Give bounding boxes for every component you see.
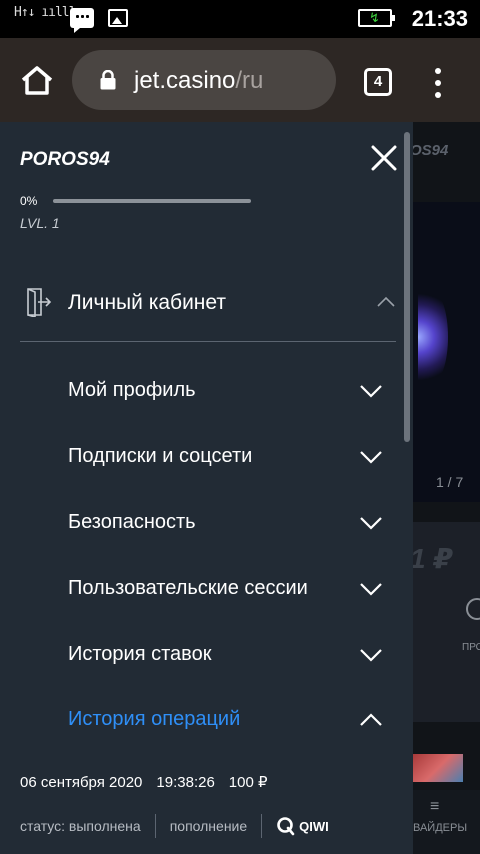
lock-icon: [100, 70, 116, 90]
jackpot-amount: 1 ₽: [410, 543, 453, 574]
divider: [20, 341, 396, 342]
qiwi-icon: [277, 817, 295, 836]
status-bar: H↑↓ ıılll, ↯ 21:33: [0, 0, 480, 38]
operation-amount: 100 ₽: [228, 774, 268, 791]
level-progress-bar: [53, 199, 251, 203]
operation-date: 06 сентября 2020: [20, 774, 143, 791]
menu-item-label: Пользовательские сессии: [68, 577, 308, 599]
menu-item-bet-history[interactable]: История ставок: [0, 635, 413, 675]
menu-item-label: Подписки и соцсети: [68, 445, 253, 467]
bottom-nav-providers[interactable]: ≡ ВАЙДЕРЫ: [413, 790, 480, 854]
separator: [261, 814, 263, 838]
operation-type: пополнение: [169, 818, 248, 834]
chevron-down-icon: [360, 385, 382, 398]
personal-cabinet-header[interactable]: Личный кабинет: [0, 282, 413, 324]
menu-item-operations-history[interactable]: История операций: [0, 700, 413, 740]
promo-label: ПРО: [462, 642, 480, 653]
progress-percent: 0%: [20, 194, 38, 208]
menu-item-my-profile[interactable]: Мой профиль: [0, 371, 413, 411]
chevron-down-icon: [360, 649, 382, 662]
chevron-up-icon: [360, 713, 382, 726]
home-icon[interactable]: [20, 66, 54, 96]
menu-item-user-sessions[interactable]: Пользовательские сессии: [0, 569, 413, 609]
chevron-down-icon: [360, 451, 382, 464]
hero-image: [418, 292, 448, 382]
operation-time: 19:38:26: [156, 774, 215, 791]
game-thumbnail[interactable]: [413, 754, 463, 782]
message-notification-icon: [70, 8, 94, 33]
menu-item-label: История операций: [68, 708, 241, 730]
username: POROS94: [20, 149, 110, 170]
menu-item-security[interactable]: Безопасность: [0, 503, 413, 543]
menu-item-label: Безопасность: [68, 511, 196, 533]
door-exit-icon: [27, 288, 52, 317]
providers-label: ВАЙДЕРЫ: [413, 822, 468, 834]
battery-charging-icon: ↯: [358, 9, 395, 27]
chevron-down-icon: [360, 517, 382, 530]
personal-cabinet-label: Личный кабинет: [68, 291, 226, 314]
clock: 21:33: [411, 6, 468, 31]
background-username: OS94: [410, 142, 449, 159]
operation-status: статус: выполнена: [20, 818, 141, 834]
url-domain: jet.casino: [134, 67, 236, 94]
qiwi-logo: QIWI: [276, 816, 329, 836]
url-text: jet.casino/ru: [134, 67, 263, 95]
level-label: LVL. 1: [20, 215, 60, 231]
address-bar[interactable]: jet.casino/ru: [72, 50, 336, 110]
account-drawer: POROS94 0% LVL. 1 Личный кабинет Мой про…: [0, 122, 413, 854]
more-menu-icon[interactable]: [428, 68, 448, 98]
providers-icon: ≡: [430, 798, 440, 815]
url-path: /ru: [235, 67, 264, 94]
menu-item-label: Мой профиль: [68, 379, 196, 401]
menu-item-label: История ставок: [68, 643, 212, 665]
close-icon[interactable]: [370, 144, 398, 172]
image-notification-icon: [108, 9, 128, 27]
slide-counter: 1 / 7: [436, 474, 464, 490]
tab-switcher-button[interactable]: 4: [364, 68, 392, 96]
chevron-up-icon: [377, 296, 395, 307]
menu-item-subscriptions[interactable]: Подписки и соцсети: [0, 437, 413, 477]
chevron-down-icon: [360, 583, 382, 596]
qiwi-label: QIWI: [299, 818, 329, 834]
operation-row: 06 сентября 2020 19:38:26 100 ₽: [20, 773, 282, 791]
browser-toolbar: jet.casino/ru 4: [0, 38, 480, 122]
separator: [154, 814, 156, 838]
operation-details: статус: выполнена пополнение QIWI: [20, 812, 329, 840]
